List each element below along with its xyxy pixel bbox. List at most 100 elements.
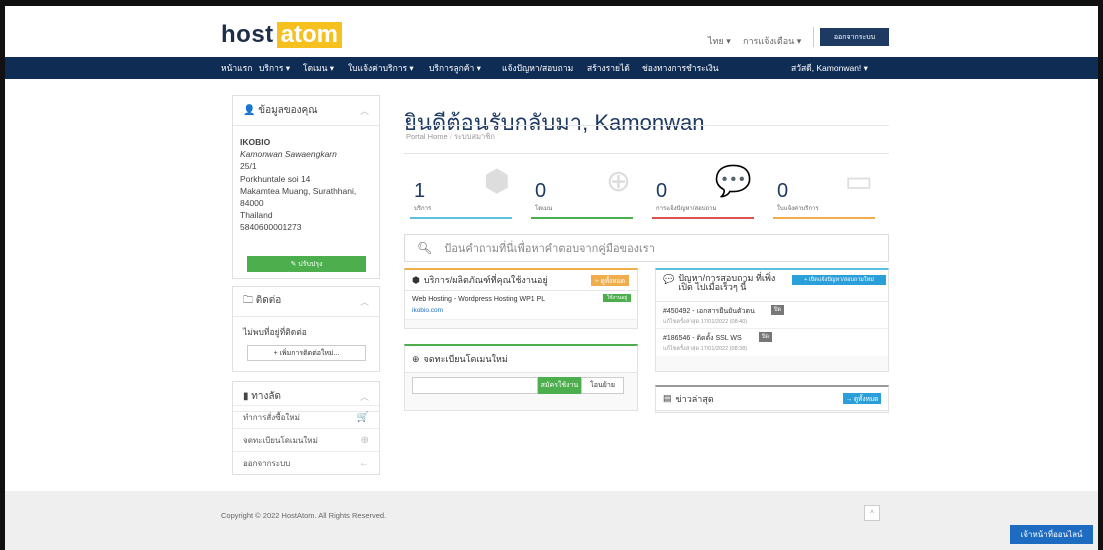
stat-domains[interactable]: ⊕ 0 โดเมน [525,158,639,219]
ticket-row[interactable]: #186546 - ติดตั้ง SSL WS ปิด แก้ไขครั้งล… [656,329,888,356]
stat-tickets-label: การแจ้งปัญหา/สอบถาม [656,206,717,212]
services-header-text: บริการ/ผลิตภัณฑ์ที่คุณใช้งานอยู่ [423,275,548,285]
recent-tickets-panel: 💬 ปัญหา/การสอบถาม ที่เพิ่งเปิด ไปเมื่อเร… [655,268,889,372]
comments-icon: 💬 [714,165,752,198]
ticket-title: #186546 - ติดตั้ง SSL WS [663,335,742,342]
language-dropdown[interactable]: ไทย ▾ [708,34,731,48]
breadcrumb-home[interactable]: Portal Home [406,132,448,141]
nav-support[interactable]: บริการลูกค้า ▾ [429,57,481,79]
hostatom-logo[interactable]: host atom [221,21,343,48]
transfer-domain-button[interactable]: โอนย้าย [581,377,624,394]
comments-icon: 💬 [663,274,675,284]
profile-name: Kamonwan Sawaengkarn [240,149,337,160]
profile-header-label: 👤 ข้อมูลของคุณ [243,103,318,118]
shortcut-logout[interactable]: ออกจากระบบ ← [233,451,379,474]
profile-panel: 👤 ข้อมูลของคุณ ︿ IKOBIO Kamonwan Sawaeng… [232,95,380,279]
logo-host-text: host [221,21,274,48]
contacts-header-label: 🗀 ติดต่อ [243,293,281,310]
domain-search-input[interactable] [412,377,538,394]
news-view-all-button[interactable]: → ดูทั้งหมด [843,393,881,404]
ticket-row[interactable]: #450492 - เอกสารยืนยันตัวตน ปิด แก้ไขครั… [656,302,888,329]
stat-tickets-bar [652,217,754,219]
ticket-status-badge: ปิด [771,305,785,315]
stat-invoices-label: ใบแจ้งค่าบริการ [777,206,819,212]
stat-services-value: 1 [414,180,426,202]
stat-invoices-bar [773,217,875,219]
nav-affiliates[interactable]: สร้างรายได้ [587,57,630,79]
profile-country: Thailand [240,210,273,221]
stat-domains-bar [531,217,633,219]
cart-icon: 🛒 [356,411,369,423]
globe-icon: ⊕ [360,434,369,446]
search-icon: 🔍︎ [417,241,433,255]
contacts-panel-header: 🗀 ติดต่อ ︿ [233,287,379,317]
nav-payment[interactable]: ช่องทางการชำระเงิน [642,57,719,79]
ticket-status-badge: ปิด [759,332,773,342]
copyright-text: Copyright © 2022 HostAtom. All Rights Re… [221,511,387,520]
logo-atom-text: atom [276,22,343,48]
nav-tickets[interactable]: แจ้งปัญหา/สอบถาม [502,57,573,79]
arrow-left-icon: ← [359,457,369,469]
stat-invoices[interactable]: ▭ 0 ใบแจ้งค่าบริการ [767,158,881,219]
services-header: ⬢ บริการ/ผลิตภัณฑ์ที่คุณใช้งานอยู่ + ดูท… [405,270,637,291]
nav-domains[interactable]: โดเมน ▾ [303,57,334,79]
stat-tickets[interactable]: 💬 0 การแจ้งปัญหา/สอบถาม [646,158,760,219]
contacts-panel: 🗀 ติดต่อ ︿ ไม่พบที่อยู่ที่ติดต่อ + เพิ่ม… [232,286,380,372]
service-name: Web Hosting - Wordpress Hosting WP1 PL [412,296,546,303]
shortcuts-header-text: ทางลัด [251,391,281,402]
top-header: host atom ไทย ▾ การแจ้งเตือน ▾ ออกจากระบ… [5,6,1098,57]
service-domain[interactable]: ikobio.com [412,307,443,314]
cube-icon: ⬢ [483,165,510,198]
globe-icon: ⊕ [412,353,420,364]
chevron-up-icon[interactable]: ︿ [360,104,369,117]
live-chat-button[interactable]: เจ้าหน้าที่ออนไลน์ [1010,525,1093,544]
chevron-up-icon[interactable]: ︿ [360,295,369,308]
news-header: ▤ ข่าวล่าสุด → ดูทั้งหมด [656,387,888,411]
contacts-header-text: ติดต่อ [255,295,282,306]
latest-news-panel: ▤ ข่าวล่าสุด → ดูทั้งหมด [655,385,889,413]
profile-company: IKOBIO [240,137,271,147]
stat-services-label: บริการ [414,206,432,212]
notifications-dropdown[interactable]: การแจ้งเตือน ▾ [743,34,801,48]
nav-services[interactable]: บริการ ▾ [259,57,290,79]
update-profile-button[interactable]: ✎ ปรับปรุง [247,256,366,272]
shortcut-new-order[interactable]: ทำการสั่งซื้อใหม่ 🛒 [233,405,379,428]
search-placeholder: ป้อนคำถามที่นี่เพื่อหาคำตอบจากคู่มือของเ… [444,243,655,255]
contacts-empty-text: ไม่พบที่อยู่ที่ติดต่อ [243,327,307,337]
service-row[interactable]: Web Hosting - Wordpress Hosting WP1 PL i… [405,291,637,320]
stat-domains-label: โดเมน [535,206,553,212]
folder-icon: 🗀 [243,295,256,306]
profile-panel-header: 👤 ข้อมูลของคุณ ︿ [233,96,379,126]
knowledgebase-search[interactable]: 🔍︎ ป้อนคำถามที่นี่เพื่อหาคำตอบจากคู่มือข… [404,234,889,262]
stat-domains-value: 0 [535,180,547,202]
shortcuts-panel: ▮ ทางลัด ︿ ทำการสั่งซื้อใหม่ 🛒 จดทะเบียนโ… [232,381,380,475]
add-contact-button[interactable]: + เพิ่มการติดต่อใหม่... [247,345,366,361]
stat-services[interactable]: ⬢ 1 บริการ [404,158,518,219]
nav-user-menu[interactable]: สวัสดี, Kamonwan! ▾ [791,57,868,79]
footer: Copyright © 2022 HostAtom. All Rights Re… [5,491,1098,550]
shortcut-register-domain[interactable]: จดทะเบียนโดเมนใหม่ ⊕ [233,428,379,451]
header-divider [813,27,814,47]
breadcrumb-current: ระบบสมาชิก [453,132,495,141]
cube-icon: ⬢ [412,274,420,285]
shortcut-logout-label: ออกจากระบบ [243,458,291,468]
nav-invoices[interactable]: ใบแจ้งค่าบริการ ▾ [348,57,414,79]
register-domain-button[interactable]: สมัครใช้งาน [538,377,581,394]
open-ticket-button[interactable]: + เปิดแจ้งปัญหา/สอบถามใหม่ [792,275,886,285]
tickets-header: 💬 ปัญหา/การสอบถาม ที่เพิ่งเปิด ไปเมื่อเร… [656,270,888,302]
logout-button[interactable]: ออกจากระบบ [820,28,889,46]
chevron-up-icon[interactable]: ︿ [360,390,369,403]
services-view-all-button[interactable]: + ดูทั้งหมด [591,275,629,286]
user-icon: 👤 [243,105,259,116]
profile-phone: 5840600001273 [240,222,302,233]
active-services-panel: ⬢ บริการ/ผลิตภัณฑ์ที่คุณใช้งานอยู่ + ดูท… [404,268,638,329]
shortcuts-header-label: ▮ ทางลัด [243,389,281,404]
credit-card-icon: ▭ [844,165,873,198]
ticket-updated: แก้ไขครั้งล่าสุด 17/01/2022 (08:40) [663,319,748,325]
breadcrumb: Portal Home / ระบบสมาชิก [406,132,495,141]
profile-address-2: Porkhuntale soi 14 [240,173,311,184]
shortcut-register-domain-label: จดทะเบียนโดเมนใหม่ [243,435,318,445]
nav-home[interactable]: หน้าแรก [221,57,252,79]
back-to-top-button[interactable]: ^ [864,505,880,521]
profile-address-1: 25/1 [240,161,257,172]
